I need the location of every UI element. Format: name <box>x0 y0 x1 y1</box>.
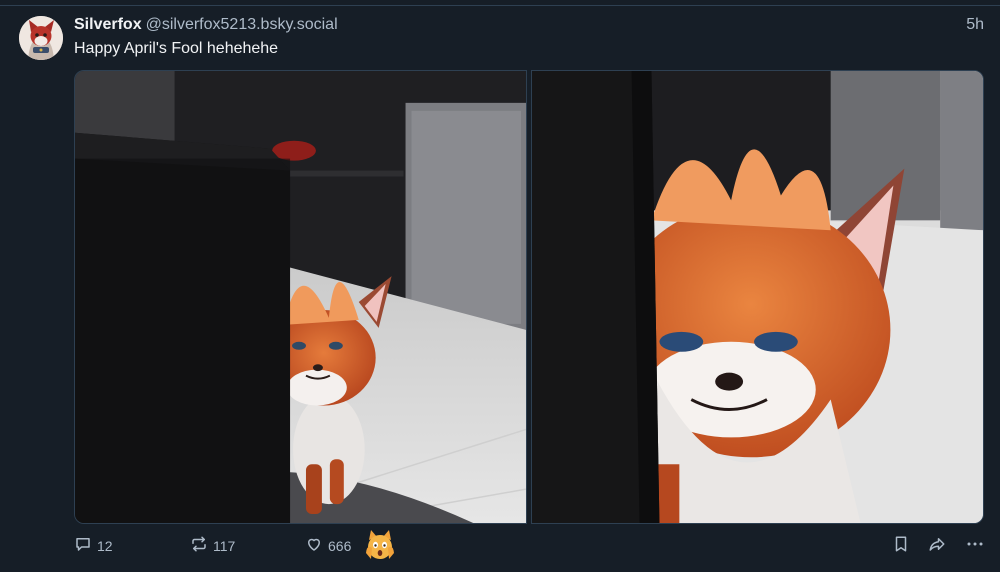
avatar-image <box>19 16 63 60</box>
display-name[interactable]: Silverfox <box>74 16 142 33</box>
post[interactable]: Silverfox @silverfox5213.bsky.social 5h H… <box>0 0 1000 572</box>
share-button[interactable] <box>928 535 946 553</box>
reply-icon <box>74 535 92 556</box>
more-button[interactable] <box>966 535 984 553</box>
repost-count: 117 <box>213 537 236 554</box>
more-icon <box>966 535 984 553</box>
share-icon <box>928 535 946 553</box>
reply-count: 12 <box>97 537 113 554</box>
scared-cat-emoji-icon <box>363 528 397 562</box>
post-timestamp[interactable]: 5h <box>966 16 984 34</box>
bookmark-icon <box>892 535 910 553</box>
like-count: 666 <box>328 537 352 554</box>
media-image-2[interactable] <box>531 70 984 524</box>
heart-icon <box>305 535 323 556</box>
avatar[interactable] <box>19 16 63 60</box>
reply-button[interactable]: 12 <box>74 535 113 556</box>
repost-icon <box>190 535 208 556</box>
fox-peeking-small-image <box>75 71 526 523</box>
repost-button[interactable]: 117 <box>190 535 235 556</box>
media-gallery <box>74 70 984 524</box>
post-header: Silverfox @silverfox5213.bsky.social 5h <box>74 16 984 36</box>
post-actions: 12 117 666 <box>74 528 984 562</box>
author-handle[interactable]: @silverfox5213.bsky.social <box>146 16 338 33</box>
bookmark-button[interactable] <box>892 535 910 553</box>
media-image-1[interactable] <box>74 70 527 524</box>
like-button[interactable]: 666 <box>305 535 351 556</box>
post-text: Happy April's Fool hehehehe <box>74 40 279 57</box>
fox-peeking-closeup-image <box>532 71 983 523</box>
